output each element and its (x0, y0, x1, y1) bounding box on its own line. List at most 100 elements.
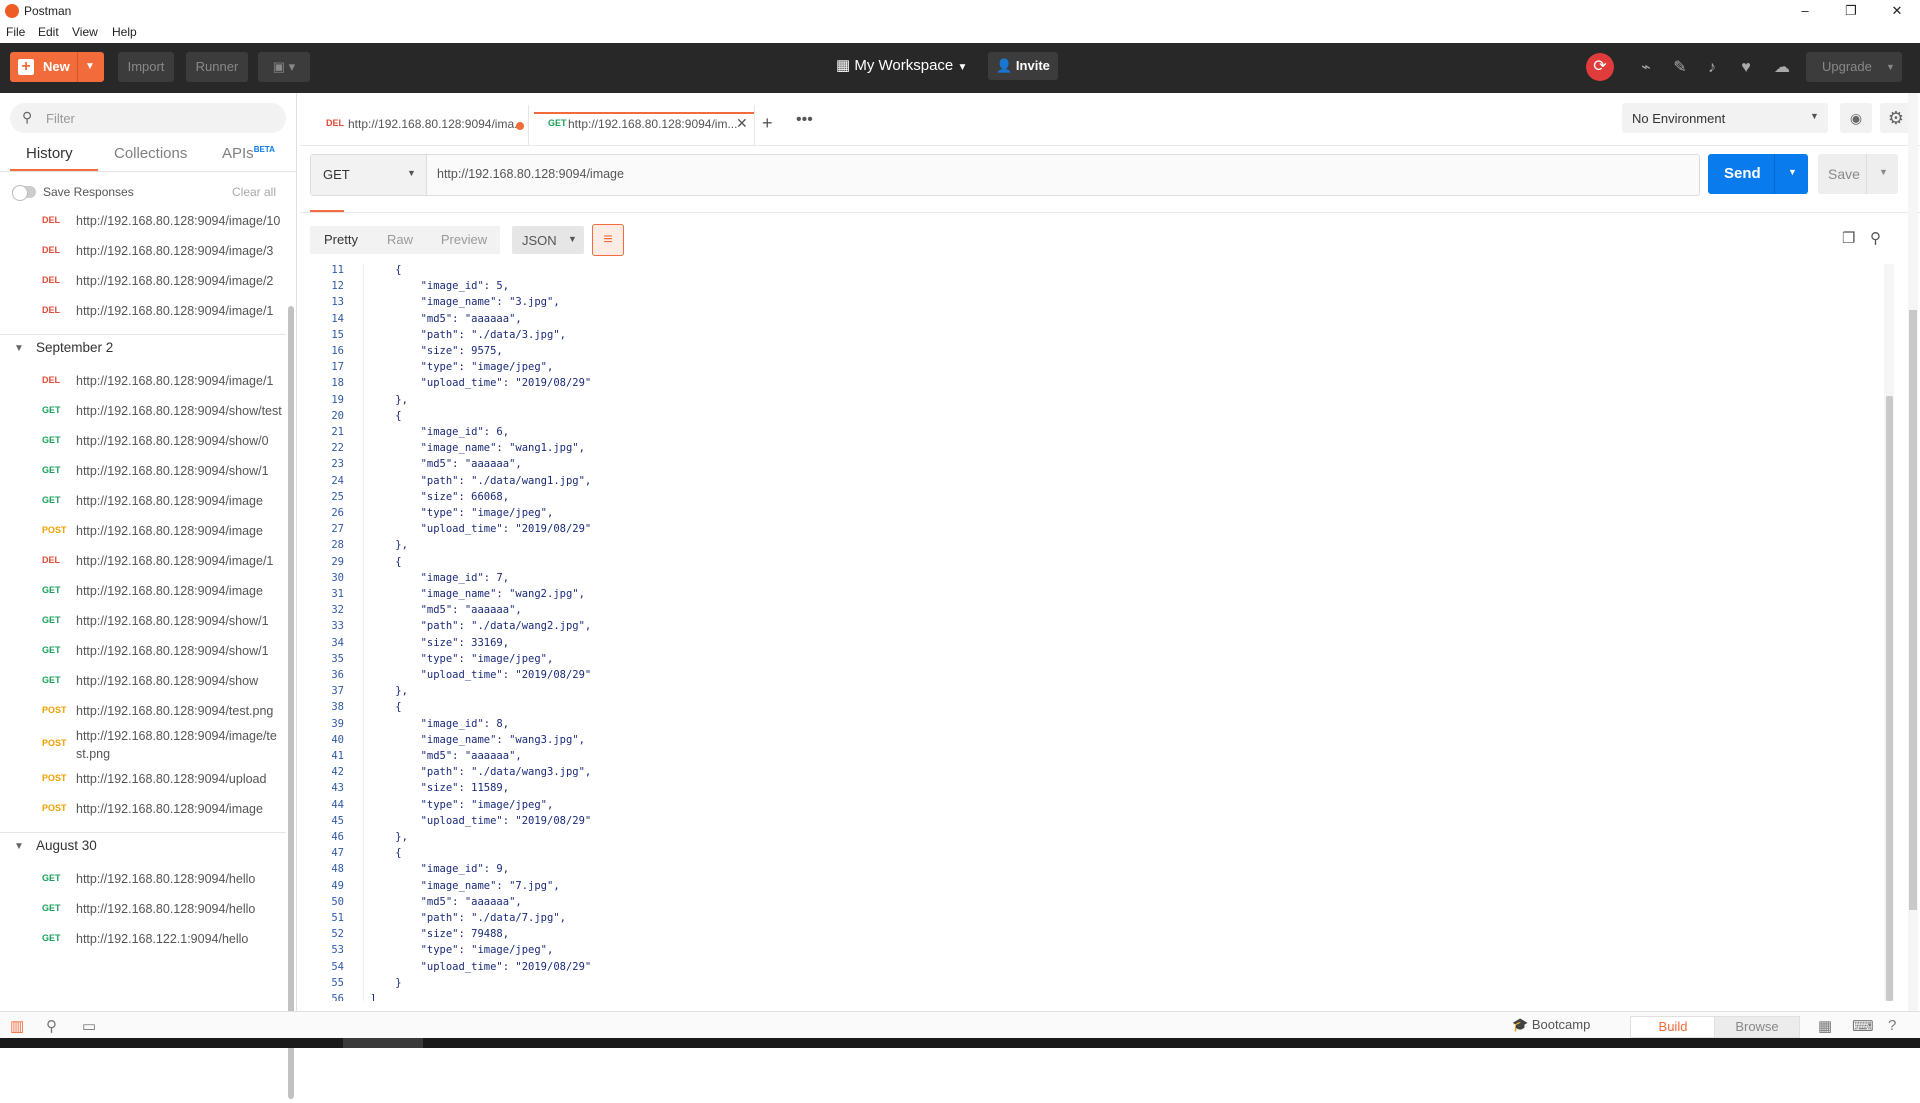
filter-input[interactable]: ⚲ Filter (10, 103, 286, 133)
upgrade-button[interactable]: Upgrade ▼ (1806, 52, 1902, 82)
history-item[interactable]: GET http://192.168.80.128:9094/show/1 (0, 636, 286, 666)
view-tab-pretty[interactable]: Pretty (310, 226, 372, 254)
tab-collections[interactable]: Collections (114, 145, 187, 162)
workspace-selector[interactable]: ▦ My Workspace ▼ (836, 56, 967, 74)
line-number: 48 (331, 863, 344, 876)
minimize-button[interactable]: – (1782, 0, 1828, 22)
chevron-down-icon[interactable]: ▼ (1788, 167, 1797, 177)
clear-all-button[interactable]: Clear all (232, 185, 276, 199)
method-select[interactable]: GET ▼ (311, 155, 427, 195)
code-text: "path": "./data/wang1.jpg", (370, 474, 592, 487)
history-group-header[interactable]: ▼ September 2 (0, 340, 286, 366)
history-item[interactable]: DEL http://192.168.80.128:9094/image/3 (0, 236, 286, 266)
more-options-icon[interactable]: ••• (796, 111, 813, 129)
collapse-icon[interactable]: ▼ (14, 841, 24, 852)
find-icon[interactable]: ⚲ (46, 1017, 57, 1035)
history-item[interactable]: GET http://192.168.80.128:9094/show/test (0, 396, 286, 426)
invite-button[interactable]: 👤 Invite (988, 52, 1058, 80)
help-icon[interactable]: ? (1888, 1017, 1896, 1034)
history-item[interactable]: GET http://192.168.80.128:9094/show/1 (0, 606, 286, 636)
copy-icon[interactable]: ❐ (1842, 229, 1855, 247)
collapse-icon[interactable]: ▼ (14, 343, 24, 354)
send-button[interactable]: Send ▼ (1708, 154, 1808, 194)
sync-icon[interactable]: ⟳ (1586, 53, 1614, 81)
bell-icon[interactable]: ♪ (1702, 58, 1722, 78)
environment-select[interactable]: No Environment ▼ (1622, 103, 1828, 133)
history-item[interactable]: GET http://192.168.80.128:9094/image (0, 576, 286, 606)
wrench-icon[interactable]: ✎ (1670, 58, 1690, 78)
history-item[interactable]: POST http://192.168.80.128:9094/upload (0, 764, 286, 794)
tab-apis[interactable]: APIsBETA (222, 145, 275, 162)
history-item[interactable]: GET http://192.168.80.128:9094/show/0 (0, 426, 286, 456)
maximize-button[interactable]: ❐ (1828, 0, 1874, 22)
request-tab-active[interactable]: GET http://192.168.80.128:9094/im... ✕ (534, 105, 755, 145)
history-item[interactable]: GET http://192.168.80.128:9094/hello (0, 894, 286, 924)
history-item-method: DEL (42, 305, 60, 315)
history-item[interactable]: POST http://192.168.80.128:9094/image (0, 516, 286, 546)
close-icon[interactable]: ✕ (736, 115, 748, 132)
history-item[interactable]: GET http://192.168.80.128:9094/hello (0, 864, 286, 894)
tab-history[interactable]: History (26, 145, 73, 162)
chevron-down-icon[interactable]: ▼ (1879, 167, 1888, 177)
response-scrollbar-thumb[interactable] (1886, 396, 1893, 1001)
save-responses-toggle[interactable] (12, 185, 36, 201)
history-item[interactable]: DEL http://192.168.80.128:9094/image/1 (0, 546, 286, 576)
menu-edit[interactable]: Edit (38, 25, 59, 39)
history-item[interactable]: GET http://192.168.122.1:9094/hello (0, 924, 286, 954)
response-body[interactable]: 11 {12 "image_id": 5, 13 "image_name": "3… (300, 264, 1885, 1001)
keyboard-icon[interactable]: ⌨ (1852, 1017, 1874, 1035)
browse-button[interactable]: Browse (1714, 1016, 1800, 1038)
history-item[interactable]: GET http://192.168.80.128:9094/image (0, 486, 286, 516)
line-number: 37 (331, 685, 344, 698)
sidebar-toggle-icon[interactable]: ▥ (10, 1017, 24, 1035)
history-item-method: GET (42, 675, 61, 685)
wrap-lines-icon[interactable]: ≡ (592, 224, 624, 256)
save-button[interactable]: Save ▼ (1818, 154, 1898, 194)
history-item-method: POST (42, 773, 67, 783)
history-item[interactable]: GET http://192.168.80.128:9094/show/1 (0, 456, 286, 486)
history-item[interactable]: POST http://192.168.80.128:9094/test.png (0, 696, 286, 726)
view-tab-raw[interactable]: Raw (372, 226, 428, 254)
history-item[interactable]: DEL http://192.168.80.128:9094/image/1 (0, 366, 286, 396)
url-input[interactable]: http://192.168.80.128:9094/image (437, 167, 624, 181)
build-button[interactable]: Build (1630, 1016, 1716, 1038)
history-group-header[interactable]: ▼ August 30 (0, 838, 286, 864)
history-item[interactable]: POST http://192.168.80.128:9094/image/tes… (0, 726, 286, 764)
add-tab-icon[interactable]: + (762, 113, 773, 134)
chevron-down-icon[interactable]: ▼ (85, 52, 95, 82)
menu-view[interactable]: View (72, 25, 98, 39)
console-icon[interactable]: ▭ (82, 1017, 96, 1035)
heart-icon[interactable]: ♥ (1736, 58, 1756, 78)
line-number: 52 (331, 928, 344, 941)
import-button[interactable]: Import (118, 52, 174, 82)
history-item[interactable]: DEL http://192.168.80.128:9094/image/1 (0, 296, 286, 326)
line-number: 40 (331, 733, 344, 746)
bootcamp-button[interactable]: 🎓 Bootcamp (1512, 1017, 1590, 1033)
history-item[interactable]: DEL http://192.168.80.128:9094/image/2 (0, 266, 286, 296)
new-button[interactable]: + New ▼ (10, 52, 104, 82)
format-select[interactable]: JSON ▼ (512, 226, 584, 254)
eye-icon[interactable]: ◉ (1840, 103, 1872, 133)
code-text: "type": "image/jpeg", (370, 944, 554, 957)
sidebar-scrollbar[interactable] (288, 306, 294, 1099)
history-item[interactable]: GET http://192.168.80.128:9094/show (0, 666, 286, 696)
satellite-icon[interactable]: ⌁ (1636, 58, 1656, 78)
new-window-button[interactable]: ▣ ▾ (258, 52, 310, 82)
request-tab[interactable]: DEL http://192.168.80.128:9094/ima... (310, 105, 529, 145)
history-item-url: http://192.168.80.128:9094/image/1 (76, 554, 274, 568)
line-number: 28 (331, 539, 344, 552)
view-tab-preview[interactable]: Preview (428, 226, 500, 254)
history-item[interactable]: POST http://192.168.80.128:9094/image (0, 794, 286, 824)
cloud-icon[interactable]: ☁ (1772, 58, 1792, 78)
history-item[interactable]: DEL http://192.168.80.128:9094/image/10 (0, 208, 286, 236)
search-icon[interactable]: ⚲ (1870, 229, 1881, 247)
code-text: } (370, 976, 402, 989)
add-user-icon: 👤 (996, 58, 1013, 73)
runner-button[interactable]: Runner (186, 52, 248, 82)
line-number: 22 (331, 442, 344, 455)
menu-file[interactable]: File (6, 25, 25, 39)
close-window-button[interactable]: ✕ (1874, 0, 1920, 22)
two-pane-icon[interactable]: ▦ (1818, 1017, 1832, 1035)
menu-help[interactable]: Help (112, 25, 137, 39)
window-scrollbar-thumb[interactable] (1909, 310, 1917, 910)
